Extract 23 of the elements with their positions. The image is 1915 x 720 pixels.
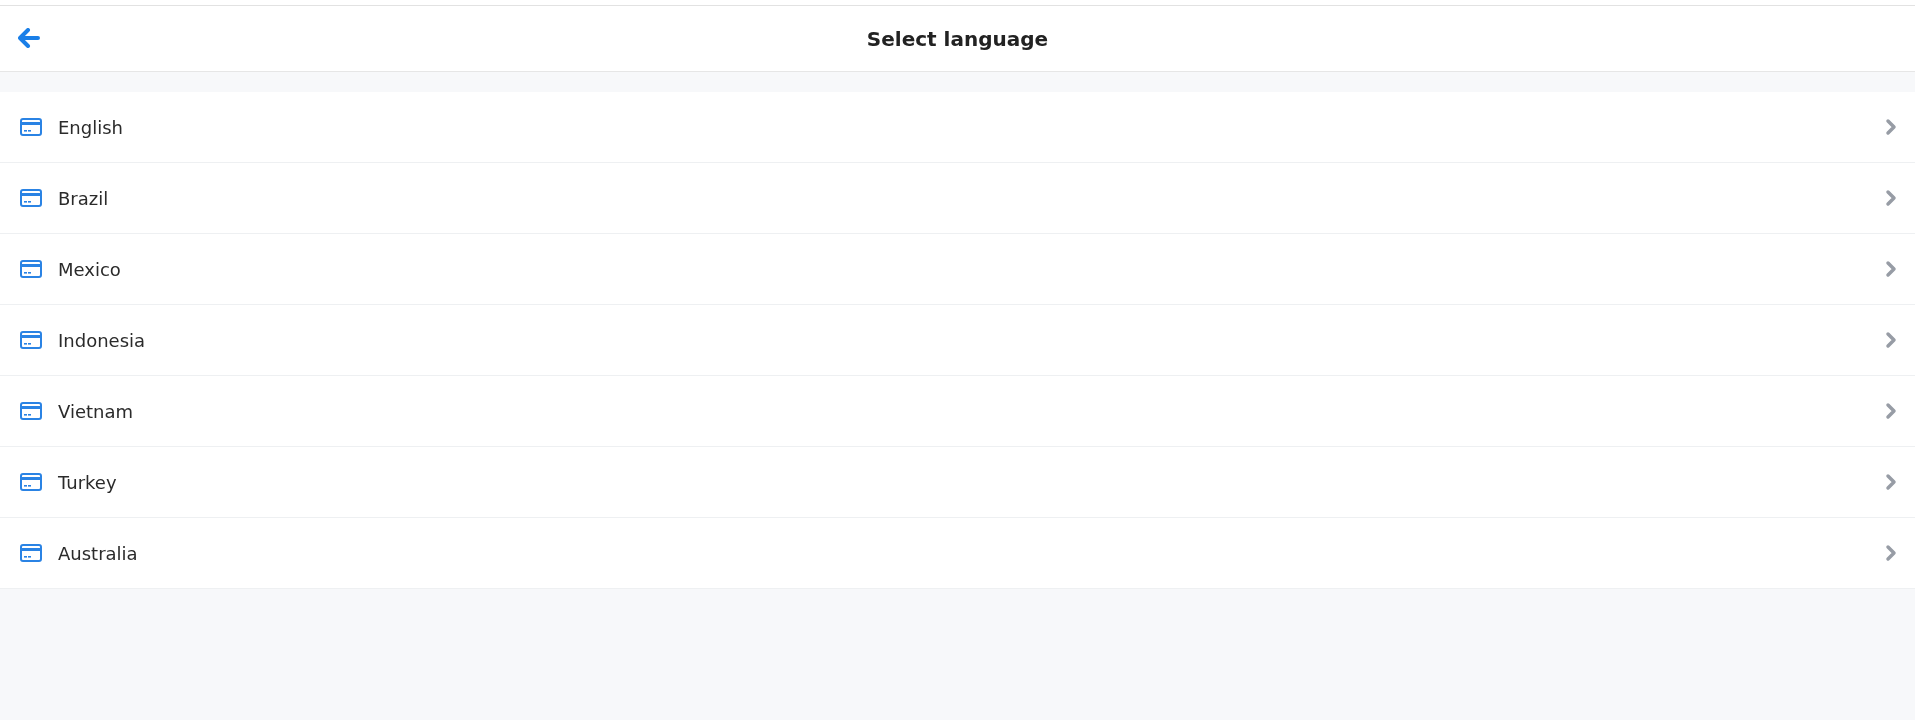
back-icon[interactable] [18, 28, 40, 48]
chevron-right-icon [1885, 402, 1897, 420]
chevron-right-icon [1885, 118, 1897, 136]
card-icon [20, 118, 42, 136]
card-icon [20, 189, 42, 207]
card-icon [20, 260, 42, 278]
chevron-right-icon [1885, 544, 1897, 562]
card-icon [20, 402, 42, 420]
chevron-right-icon [1885, 260, 1897, 278]
language-item[interactable]: Turkey [0, 447, 1915, 518]
language-item[interactable]: Brazil [0, 163, 1915, 234]
chevron-right-icon [1885, 473, 1897, 491]
page-title: Select language [866, 26, 1049, 51]
card-icon [20, 473, 42, 491]
language-item[interactable]: Mexico [0, 234, 1915, 305]
chevron-right-icon [1885, 189, 1897, 207]
card-icon [20, 544, 42, 562]
language-item[interactable]: English [0, 92, 1915, 163]
card-icon [20, 331, 42, 349]
language-item[interactable]: Vietnam [0, 376, 1915, 447]
language-item[interactable]: Indonesia [0, 305, 1915, 376]
chevron-right-icon [1885, 331, 1897, 349]
language-item[interactable]: Australia [0, 518, 1915, 589]
